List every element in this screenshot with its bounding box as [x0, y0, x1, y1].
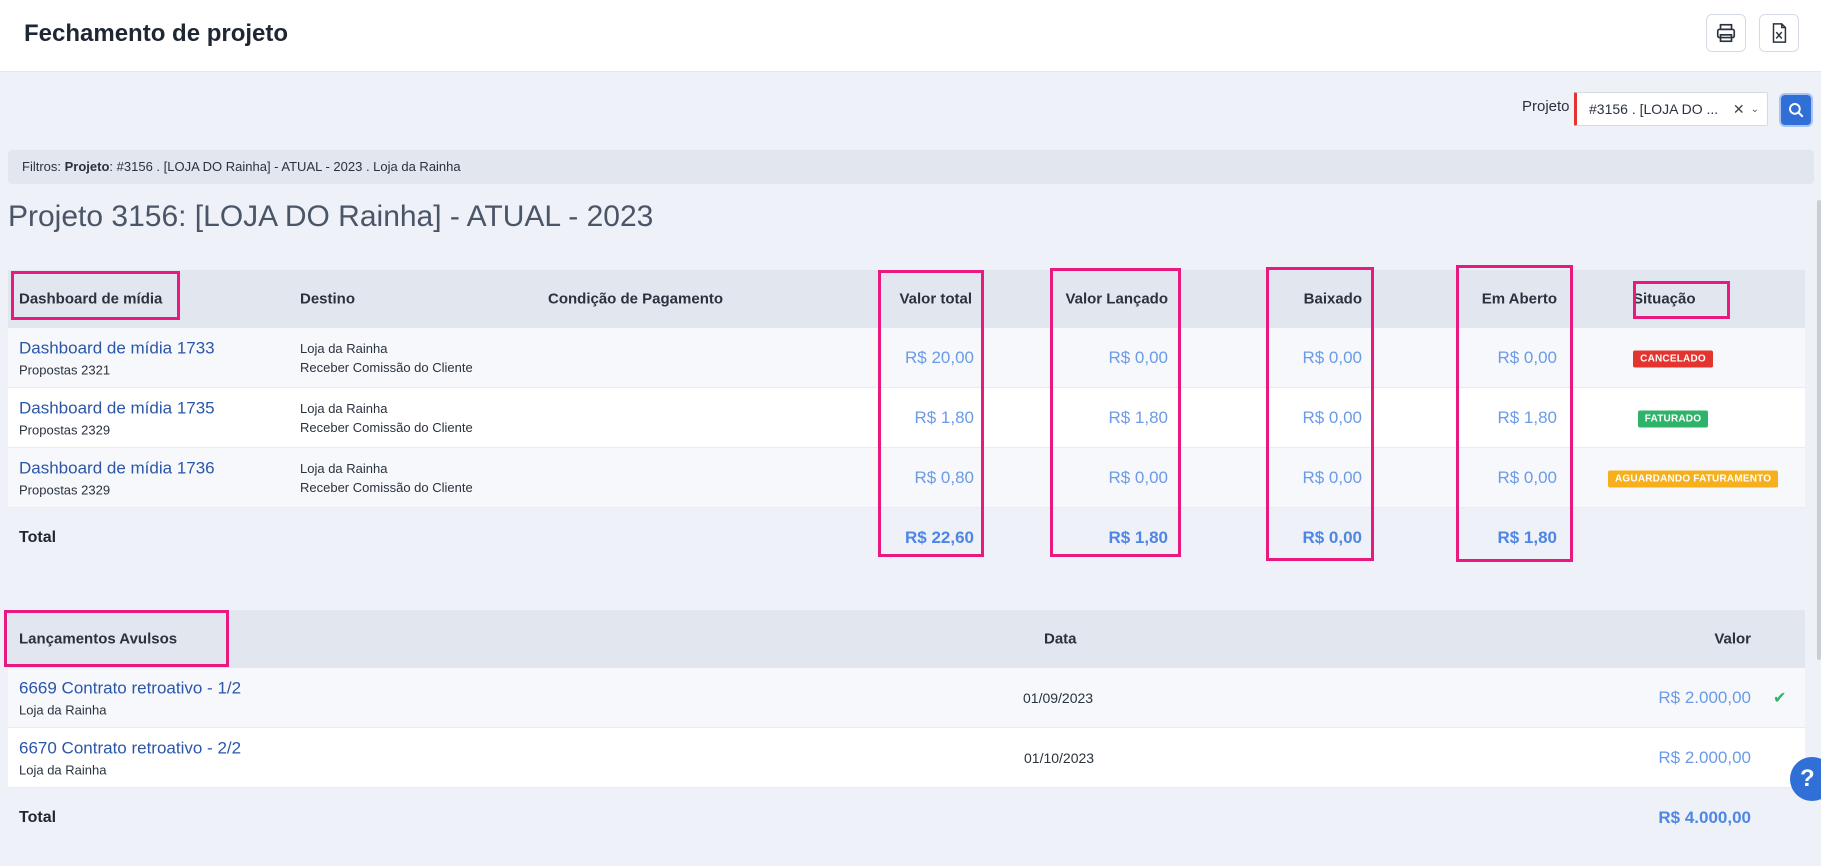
excel-file-icon [1772, 23, 1787, 43]
col-header-name: Dashboard de mídia [19, 290, 163, 308]
active-filters-bar: Filtros: Projeto: #3156 . [LOJA DO Rainh… [8, 150, 1814, 184]
clear-icon[interactable]: ✕ [1733, 101, 1745, 118]
media-dashboard-link[interactable]: Dashboard de mídia 1735 [19, 398, 215, 418]
table-row: Dashboard de mídia 1736 Propostas 2329 L… [8, 448, 1805, 508]
lancamento-client: Loja da Rainha [19, 762, 107, 777]
valor-lancado-value: R$ 1,80 [1108, 407, 1168, 427]
table-row: 6669 Contrato retroativo - 1/2 Loja da R… [8, 668, 1805, 728]
col-header-valor: Valor [1714, 630, 1751, 648]
table-total-row: Total R$ 4.000,00 [8, 788, 1805, 848]
col-header-data: Data [1044, 630, 1077, 648]
em-aberto-value: R$ 1,80 [1497, 407, 1557, 427]
col-header-valor-lancado: Valor Lançado [1065, 290, 1168, 308]
proposal-ref: Propostas 2329 [19, 422, 111, 437]
destino-type: Receber Comissão do Cliente [300, 419, 473, 435]
filters-prefix: Filtros: [22, 159, 65, 174]
project-select-value: #3156 . [LOJA DO ... [1589, 101, 1719, 117]
lancamento-date: 01/09/2023 [1023, 689, 1094, 706]
lancamento-client: Loja da Rainha [19, 702, 107, 717]
search-button[interactable] [1779, 93, 1813, 127]
destino-name: Loja da Rainha [300, 460, 388, 476]
media-dashboard-link[interactable]: Dashboard de mídia 1733 [19, 338, 215, 358]
lancamento-value: R$ 2.000,00 [1658, 747, 1751, 767]
filters-value: : #3156 . [LOJA DO Rainha] - ATUAL - 202… [109, 159, 461, 174]
filters-key: Projeto [64, 159, 110, 174]
table-row: 6670 Contrato retroativo - 2/2 Loja da R… [8, 728, 1805, 788]
col-header-situacao: Situação [1633, 290, 1696, 308]
scrollbar[interactable] [1817, 200, 1821, 660]
col-header-em-aberto: Em Aberto [1481, 290, 1557, 308]
baixado-sum: R$ 0,00 [1302, 528, 1362, 547]
top-bar: Fechamento de projeto [0, 0, 1821, 72]
proposal-ref: Propostas 2329 [19, 482, 111, 497]
lancamento-link[interactable]: 6669 Contrato retroativo - 1/2 [19, 678, 241, 698]
col-header-condicao: Condição de Pagamento [548, 290, 724, 308]
col-header-valor-total: Valor total [899, 290, 972, 308]
destino-type: Receber Comissão do Cliente [300, 479, 473, 495]
avulsos-total-sum: R$ 4.000,00 [1658, 808, 1751, 827]
project-select[interactable]: #3156 . [LOJA DO ... ✕ ⌄ [1574, 92, 1768, 126]
destino-name: Loja da Rainha [300, 340, 388, 356]
media-dashboard-link[interactable]: Dashboard de mídia 1736 [19, 458, 215, 478]
valor-lancado-sum: R$ 1,80 [1108, 528, 1168, 547]
baixado-value: R$ 0,00 [1302, 407, 1362, 427]
total-label: Total [19, 529, 57, 546]
lancamento-value: R$ 2.000,00 [1658, 687, 1751, 707]
status-badge: CANCELADO [1633, 350, 1713, 367]
avulsos-table: Lançamentos Avulsos Data Valor 6669 Cont… [8, 610, 1805, 848]
chevron-down-icon[interactable]: ⌄ [1751, 104, 1759, 115]
search-icon [1789, 103, 1804, 118]
status-badge: AGUARDANDO FATURAMENTO [1608, 470, 1779, 487]
col-header-baixado: Baixado [1303, 290, 1362, 308]
lancamento-date: 01/10/2023 [1024, 749, 1095, 766]
em-aberto-sum: R$ 1,80 [1497, 528, 1557, 547]
media-dashboard-table: Dashboard de mídia Destino Condição de P… [8, 270, 1805, 568]
check-icon: ✔ [1773, 689, 1787, 707]
page-title: Fechamento de projeto [24, 20, 289, 47]
valor-total-value: R$ 20,00 [905, 347, 974, 367]
export-excel-button[interactable] [1759, 14, 1799, 52]
project-heading: Projeto 3156: [LOJA DO Rainha] - ATUAL -… [8, 200, 654, 233]
table-header: Dashboard de mídia Destino Condição de P… [8, 270, 1805, 328]
em-aberto-value: R$ 0,00 [1497, 467, 1557, 487]
valor-lancado-value: R$ 0,00 [1108, 467, 1168, 487]
baixado-value: R$ 0,00 [1302, 467, 1362, 487]
valor-total-value: R$ 0,80 [914, 467, 974, 487]
destino-name: Loja da Rainha [300, 400, 388, 416]
table-total-row: Total R$ 22,60 R$ 1,80 R$ 0,00 R$ 1,80 [8, 508, 1805, 568]
table-header: Lançamentos Avulsos Data Valor [8, 610, 1805, 668]
proposal-ref: Propostas 2321 [19, 362, 111, 377]
print-button[interactable] [1706, 14, 1746, 52]
em-aberto-value: R$ 0,00 [1497, 347, 1557, 367]
valor-lancado-value: R$ 0,00 [1108, 347, 1168, 367]
col-header-avulsos: Lançamentos Avulsos [19, 630, 178, 648]
destino-type: Receber Comissão do Cliente [300, 359, 473, 375]
valor-total-sum: R$ 22,60 [905, 528, 974, 547]
status-badge: FATURADO [1637, 410, 1709, 427]
table-row: Dashboard de mídia 1735 Propostas 2329 L… [8, 388, 1805, 448]
printer-icon [1716, 23, 1736, 43]
project-filter-label: Projeto [1522, 98, 1570, 115]
lancamento-link[interactable]: 6670 Contrato retroativo - 2/2 [19, 738, 241, 758]
col-header-destino: Destino [300, 290, 356, 308]
baixado-value: R$ 0,00 [1302, 347, 1362, 367]
valor-total-value: R$ 1,80 [914, 407, 974, 427]
table-row: Dashboard de mídia 1733 Propostas 2321 L… [8, 328, 1805, 388]
total-label: Total [19, 809, 57, 826]
